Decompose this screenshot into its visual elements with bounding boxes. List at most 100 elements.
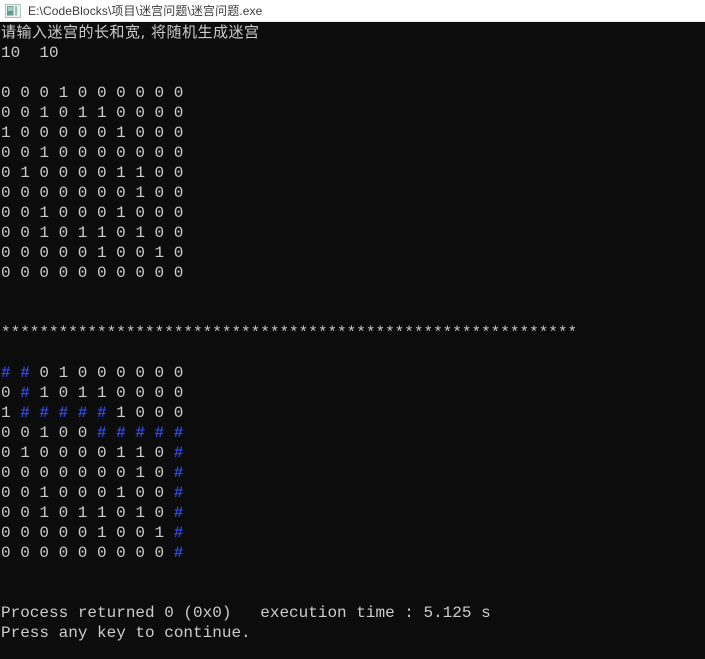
maze-row: 0010000000 [0, 143, 705, 163]
maze-cell-value: 0 [1, 244, 11, 262]
maze-cell-path: # [173, 444, 184, 462]
maze-cell-value: 0 [77, 364, 88, 382]
maze-initial-grid: 0001000000001011000010000010000010000000… [0, 83, 705, 283]
maze-cell-value: 0 [96, 464, 107, 482]
maze-cell-value: 0 [58, 464, 69, 482]
maze-row: 0 0 0 0 0 0 0 1 0 # [0, 463, 705, 483]
maze-cell-value: 0 [173, 204, 184, 222]
maze-cell-value: 1 [116, 204, 126, 222]
maze-cell-value: 1 [1, 404, 11, 422]
maze-cell-value: 0 [58, 384, 69, 402]
maze-cell-value: 0 [96, 264, 107, 282]
maze-cell-value: 1 [135, 224, 145, 242]
maze-cell-value: 0 [154, 544, 165, 562]
maze-row: 1 # # # # #1 0 0 0 [0, 403, 705, 423]
maze-cell-value: 0 [173, 404, 184, 422]
maze-cell-value: 1 [39, 484, 49, 502]
maze-cell-value: 0 [77, 444, 88, 462]
maze-cell-value: 0 [173, 364, 184, 382]
console-app-icon [5, 3, 21, 18]
maze-cell-value: 0 [154, 464, 165, 482]
maze-cell-value: 0 [116, 224, 126, 242]
maze-row: 0100001100 [0, 163, 705, 183]
maze-cell-value: 1 [154, 524, 165, 542]
maze-row: # #0 1 0 0 0 0 0 0 [0, 363, 705, 383]
maze-cell-value: 0 [135, 484, 145, 502]
maze-cell-value: 0 [135, 364, 145, 382]
maze-cell-value: 0 [39, 444, 49, 462]
maze-cell-value: 0 [39, 464, 49, 482]
maze-cell-value: 0 [154, 84, 165, 102]
maze-row: 0 0 0 0 0 0 0 0 0 # [0, 543, 705, 563]
maze-cell-path: # [173, 464, 184, 482]
maze-cell-path: # [58, 404, 69, 422]
prompt-line: 请输入迷宫的长和宽, 将随机生成迷宫 [1, 23, 260, 41]
maze-cell-value: 0 [173, 184, 184, 202]
maze-cell-value: 0 [20, 524, 30, 542]
maze-cell-value: 0 [135, 384, 145, 402]
maze-cell-path: # [96, 424, 107, 442]
maze-cell-value: 0 [1, 144, 11, 162]
maze-cell-value: 0 [154, 184, 165, 202]
maze-cell-value: 1 [39, 424, 49, 442]
maze-cell-value: 0 [58, 544, 69, 562]
maze-cell-path: # [135, 424, 145, 442]
window-titlebar[interactable]: E:\CodeBlocks\项目\迷宫问题\迷宫问题.exe [0, 0, 705, 22]
maze-cell-value: 0 [20, 244, 30, 262]
maze-cell-value: 0 [135, 244, 145, 262]
maze-solved-grid: # #0 1 0 0 0 0 0 0 0 #1 0 1 1 0 0 0 0 1 # # # # #1 0 0 0 0 0 1 0 0 # # # # #… [0, 363, 705, 563]
maze-cell-value: 0 [1, 264, 11, 282]
maze-cell-value: 0 [58, 184, 69, 202]
maze-cell-value: 0 [77, 464, 88, 482]
maze-cell-value: 0 [96, 144, 107, 162]
maze-row: 0000000100 [0, 183, 705, 203]
maze-cell-value: 0 [77, 124, 88, 142]
maze-cell-value: 0 [96, 184, 107, 202]
maze-cell-value: 1 [116, 444, 126, 462]
maze-row: 0000000000 [0, 263, 705, 283]
maze-cell-value: 1 [77, 384, 88, 402]
maze-cell-value: 1 [96, 224, 107, 242]
maze-cell-value: 1 [116, 404, 126, 422]
console-output-area[interactable]: 请输入迷宫的长和宽, 将随机生成迷宫 10 10 000100000000101… [0, 22, 705, 659]
maze-cell-value: 0 [135, 404, 145, 422]
maze-cell-value: 0 [1, 504, 11, 522]
maze-row: 0010110000 [0, 103, 705, 123]
maze-cell-value: 0 [77, 84, 88, 102]
maze-cell-value: 0 [173, 84, 184, 102]
maze-cell-path: # [173, 524, 184, 542]
maze-cell-value: 0 [77, 204, 88, 222]
process-returned-line: Process returned 0 (0x0) execution time … [1, 604, 491, 622]
maze-cell-value: 0 [20, 144, 30, 162]
maze-row: 1000001000 [0, 123, 705, 143]
maze-cell-value: 1 [39, 104, 49, 122]
maze-cell-value: 0 [39, 244, 49, 262]
maze-cell-value: 0 [173, 244, 184, 262]
maze-cell-value: 0 [154, 444, 165, 462]
maze-row: 0010001000 [0, 203, 705, 223]
maze-cell-value: 1 [116, 164, 126, 182]
maze-cell-path: # [116, 424, 126, 442]
maze-cell-value: 1 [96, 504, 107, 522]
maze-cell-value: 0 [116, 144, 126, 162]
maze-cell-value: 0 [154, 264, 165, 282]
maze-cell-value: 0 [173, 264, 184, 282]
maze-cell-value: 0 [96, 204, 107, 222]
maze-cell-value: 0 [96, 164, 107, 182]
maze-cell-path: # [20, 384, 30, 402]
maze-cell-value: 0 [1, 224, 11, 242]
maze-cell-path: # [20, 364, 30, 382]
maze-cell-path: # [173, 484, 184, 502]
maze-cell-value: 0 [1, 444, 11, 462]
maze-cell-value: 0 [39, 84, 49, 102]
maze-cell-value: 0 [20, 204, 30, 222]
maze-cell-value: 0 [154, 484, 165, 502]
maze-cell-value: 0 [58, 264, 69, 282]
maze-cell-value: 0 [1, 84, 11, 102]
maze-cell-value: 0 [96, 124, 107, 142]
maze-cell-value: 0 [58, 424, 69, 442]
maze-cell-value: 0 [116, 104, 126, 122]
maze-cell-value: 0 [20, 124, 30, 142]
maze-cell-value: 0 [77, 524, 88, 542]
